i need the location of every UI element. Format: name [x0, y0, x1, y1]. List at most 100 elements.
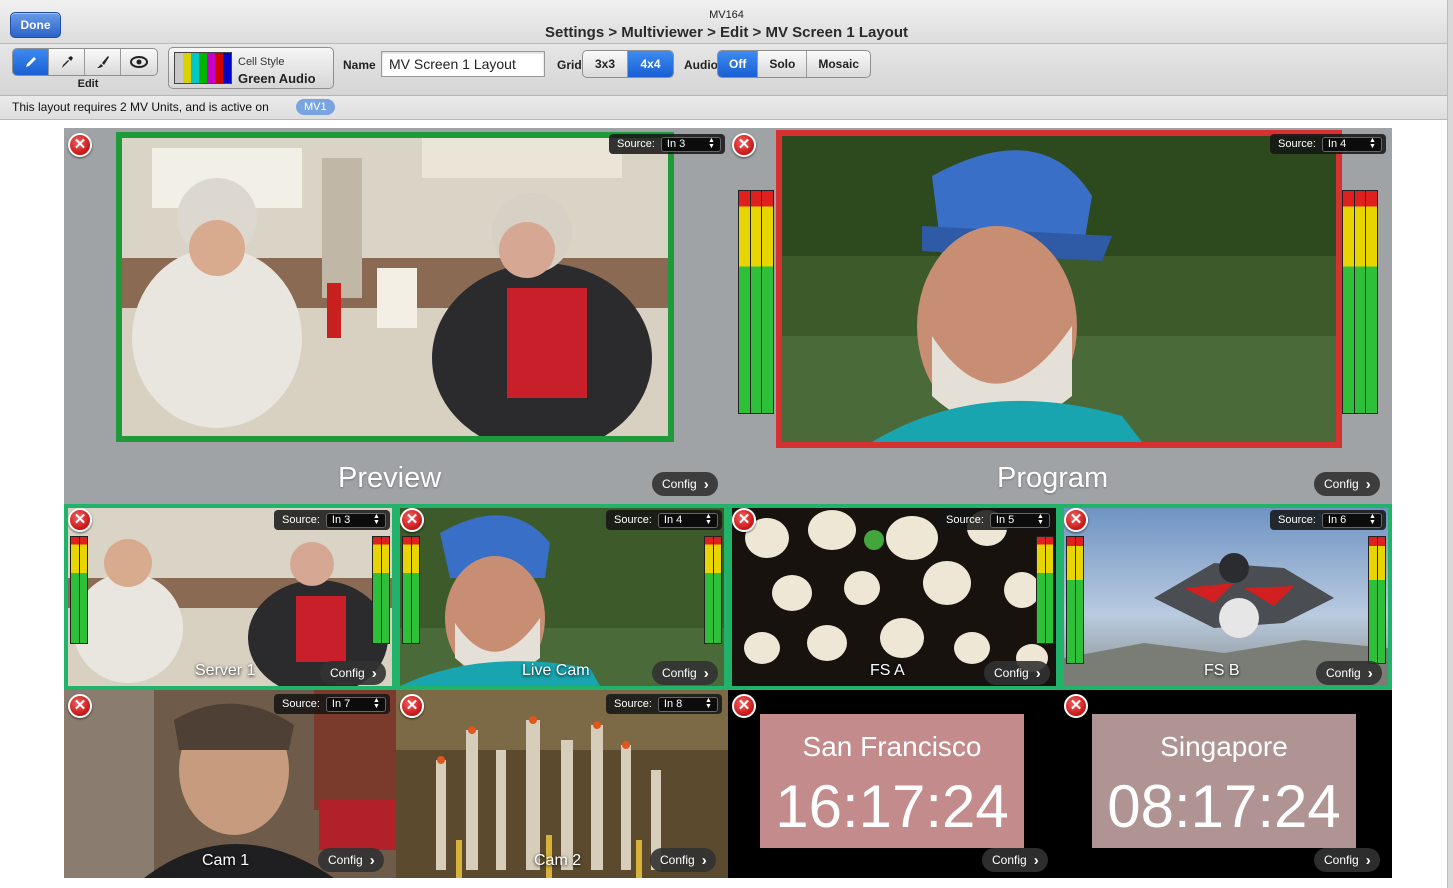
fsb-cell[interactable]: Source: In 6 ▲ ▼ ✕ FS B Config › — [1060, 504, 1392, 690]
preview-source-select[interactable]: Source: In 3 ▲ ▼ — [609, 134, 725, 154]
cam1-cell[interactable]: Source: In 7 ▲ ▼ ✕ Cam 1 Config › — [64, 690, 396, 878]
source-value: In 4 — [663, 514, 683, 526]
chevron-right-icon: › — [1367, 664, 1373, 682]
source-dropdown[interactable]: In 4 ▲ ▼ — [1321, 136, 1382, 152]
source-label: Source: — [614, 514, 652, 526]
audio-option-solo[interactable]: Solo — [758, 51, 808, 77]
livecam-cell[interactable]: Source: In 4 ▲ ▼ ✕ Live Cam Config › — [396, 504, 728, 690]
cam1-source-select[interactable]: Source: In 7 ▲ ▼ — [274, 694, 390, 714]
grid-selector: 3x3 4x4 — [582, 50, 674, 78]
chevron-right-icon: › — [703, 475, 709, 493]
fsa-source-select[interactable]: Source: In 5 ▲ ▼ — [938, 510, 1054, 530]
eye-icon — [130, 56, 148, 68]
title-bar: Done MV164 Settings > Multiviewer > Edit… — [0, 0, 1453, 44]
livecam-audio-meter-right — [704, 536, 722, 644]
eye-tool-button[interactable] — [121, 49, 157, 75]
config-label: Config — [330, 666, 365, 680]
cam2-cell[interactable]: Source: In 8 ▲ ▼ ✕ Cam 2 Config › — [396, 690, 728, 878]
pencil-icon — [25, 57, 36, 67]
fsb-source-select[interactable]: Source: In 6 ▲ ▼ — [1270, 510, 1386, 530]
config-label: Config — [992, 853, 1027, 867]
server1-cell[interactable]: Source: In 3 ▲ ▼ ✕ Server 1 Config › — [64, 504, 396, 690]
fsa-cell[interactable]: Source: In 5 ▲ ▼ ✕ FS A Config › — [728, 504, 1060, 690]
cell-style-button[interactable]: Cell Style Green Audio — [168, 47, 334, 89]
pencil-tool-button[interactable] — [13, 49, 49, 75]
cam1-label: Cam 1 — [202, 852, 250, 869]
livecam-source-select[interactable]: Source: In 4 ▲ ▼ — [606, 510, 722, 530]
audio-option-off[interactable]: Off — [718, 51, 759, 77]
audio-option-mosaic[interactable]: Mosaic — [807, 51, 870, 77]
source-dropdown[interactable]: In 5 ▲ ▼ — [989, 512, 1050, 528]
cam2-config-button[interactable]: Config › — [650, 848, 716, 872]
source-label: Source: — [617, 138, 655, 150]
updown-arrows-icon: ▲ ▼ — [1368, 513, 1376, 526]
brush-tool-button[interactable] — [85, 49, 121, 75]
source-value: In 6 — [1327, 514, 1347, 526]
config-label: Config — [1324, 853, 1359, 867]
program-remove-button[interactable]: ✕ — [732, 133, 756, 157]
chevron-right-icon: › — [1365, 851, 1371, 869]
server1-config-button[interactable]: Config › — [320, 661, 386, 685]
mv-layout-editor: Done MV164 Settings > Multiviewer > Edit… — [0, 0, 1453, 888]
updown-arrows-icon: ▲ ▼ — [1368, 137, 1376, 150]
audio-selector: Off Solo Mosaic — [717, 50, 872, 78]
updown-arrows-icon: ▲ ▼ — [704, 513, 712, 526]
preview-config-button[interactable]: Config › — [652, 472, 718, 496]
cam2-label: Cam 2 — [534, 852, 582, 869]
source-label: Source: — [282, 514, 320, 526]
source-dropdown[interactable]: In 8 ▲ ▼ — [657, 696, 718, 712]
config-label: Config — [994, 666, 1029, 680]
fsb-config-button[interactable]: Config › — [1316, 661, 1382, 685]
clock-sf-remove-button[interactable]: ✕ — [732, 694, 756, 718]
preview-remove-button[interactable]: ✕ — [68, 133, 92, 157]
clock-sg-time: 08:17:24 — [1107, 773, 1341, 840]
source-dropdown[interactable]: In 6 ▲ ▼ — [1321, 512, 1382, 528]
grid-option-3x3[interactable]: 3x3 — [583, 51, 628, 77]
close-icon: ✕ — [1069, 697, 1083, 714]
cam1-remove-button[interactable]: ✕ — [68, 694, 92, 718]
close-icon: ✕ — [73, 136, 87, 153]
layout-name-input[interactable] — [381, 51, 545, 77]
toolbar: Edit Cell Style Green Audio Name Grid 3x… — [0, 44, 1453, 96]
clock-sg-remove-button[interactable]: ✕ — [1064, 694, 1088, 718]
breadcrumb: Settings > Multiviewer > Edit > MV Scree… — [544, 24, 909, 41]
program-audio-meter-right — [1342, 190, 1378, 414]
fsb-remove-button[interactable]: ✕ — [1064, 508, 1088, 532]
livecam-remove-button[interactable]: ✕ — [400, 508, 424, 532]
close-icon: ✕ — [405, 697, 419, 714]
program-config-button[interactable]: Config › — [1314, 472, 1380, 496]
program-audio-meter-left — [738, 190, 774, 414]
clock-sf-cell[interactable]: San Francisco 16:17:24 ✕ Config › — [728, 690, 1060, 878]
livecam-config-button[interactable]: Config › — [652, 661, 718, 685]
clock-sg-cell[interactable]: Singapore 08:17:24 ✕ Config › — [1060, 690, 1392, 878]
preview-area[interactable]: Source: In 3 ▲ ▼ ✕ Preview Config › — [64, 128, 728, 504]
cam2-remove-button[interactable]: ✕ — [400, 694, 424, 718]
grid-option-4x4[interactable]: 4x4 — [628, 51, 673, 77]
preview-image — [122, 138, 668, 436]
source-dropdown[interactable]: In 3 ▲ ▼ — [660, 136, 721, 152]
source-dropdown[interactable]: In 4 ▲ ▼ — [657, 512, 718, 528]
close-icon: ✕ — [737, 697, 751, 714]
fsb-audio-meter-right — [1368, 536, 1386, 664]
clock-sf-config-button[interactable]: Config › — [982, 848, 1048, 872]
updown-arrows-icon: ▲ ▼ — [707, 137, 715, 150]
fsa-remove-button[interactable]: ✕ — [732, 508, 756, 532]
preview-video — [116, 132, 674, 442]
source-dropdown[interactable]: In 7 ▲ ▼ — [325, 696, 386, 712]
server1-source-select[interactable]: Source: In 3 ▲ ▼ — [274, 510, 390, 530]
cam1-config-button[interactable]: Config › — [318, 848, 384, 872]
source-dropdown[interactable]: In 3 ▲ ▼ — [325, 512, 386, 528]
eyedropper-tool-button[interactable] — [49, 49, 85, 75]
clock-sg-config-button[interactable]: Config › — [1314, 848, 1380, 872]
program-area[interactable]: Source: In 4 ▲ ▼ ✕ Program Config › — [728, 128, 1392, 504]
fsa-image — [732, 508, 1056, 686]
source-label: Source: — [946, 514, 984, 526]
config-label: Config — [1326, 666, 1361, 680]
fsa-audio-meter-right — [1036, 536, 1054, 644]
clock-sf: San Francisco 16:17:24 — [760, 714, 1024, 848]
program-source-select[interactable]: Source: In 4 ▲ ▼ — [1270, 134, 1386, 154]
mv-unit-badge[interactable]: MV1 — [296, 99, 335, 115]
fsa-config-button[interactable]: Config › — [984, 661, 1050, 685]
server1-remove-button[interactable]: ✕ — [68, 508, 92, 532]
cam2-source-select[interactable]: Source: In 8 ▲ ▼ — [606, 694, 722, 714]
